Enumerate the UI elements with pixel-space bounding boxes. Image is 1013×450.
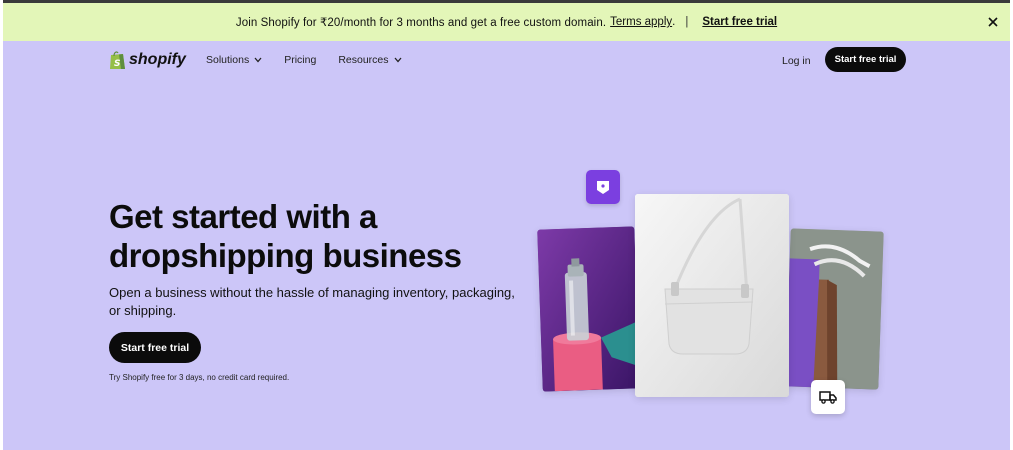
nav-start-trial-button[interactable]: Start free trial	[825, 47, 906, 72]
terms-suffix: .	[672, 16, 676, 28]
terms-link[interactable]: Terms apply	[610, 16, 672, 28]
banner-separator: |	[685, 16, 689, 28]
svg-text:S: S	[114, 59, 120, 69]
chevron-down-icon	[394, 57, 402, 63]
product-photo-cosmetics	[537, 226, 640, 392]
banner-start-trial-link[interactable]: Start free trial	[702, 16, 777, 28]
tag-icon	[586, 170, 620, 204]
shopify-logo[interactable]: S shopify	[109, 50, 186, 70]
clothing-rack-image	[785, 228, 884, 390]
white-handbag-image	[635, 194, 789, 397]
hero-start-trial-button[interactable]: Start free trial	[109, 332, 201, 363]
product-photo-clothing	[785, 228, 884, 390]
nav-item-resources[interactable]: Resources	[338, 54, 402, 66]
nav-links: Solutions Pricing Resources	[206, 54, 424, 66]
hero-title: Get started with a dropshipping business	[109, 198, 462, 274]
product-photo-handbag	[635, 194, 789, 397]
cosmetics-bottle-image	[537, 226, 640, 392]
promo-text: Join Shopify for ₹20/month for 3 months …	[235, 17, 607, 29]
brand-name: shopify	[129, 51, 186, 68]
main-navigation: S shopify Solutions Pricing Resources Lo…	[3, 41, 1010, 81]
nav-item-label: Pricing	[284, 54, 317, 66]
promo-banner: Join Shopify for ₹20/month for 3 months …	[3, 3, 1010, 41]
nav-item-pricing[interactable]: Pricing	[284, 54, 316, 66]
trial-note: Try Shopify free for 3 days, no credit c…	[109, 373, 290, 382]
nav-item-label: Resources	[338, 54, 389, 66]
login-link[interactable]: Log in	[782, 55, 811, 67]
chevron-down-icon	[254, 57, 262, 63]
close-icon[interactable]	[983, 12, 1003, 32]
shopify-bag-icon: S	[110, 51, 125, 69]
browser-viewport: Join Shopify for ₹20/month for 3 months …	[3, 0, 1010, 450]
hero-subtitle: Open a business without the hassle of ma…	[109, 285, 515, 318]
nav-item-solutions[interactable]: Solutions	[206, 54, 262, 66]
truck-icon	[811, 380, 845, 414]
nav-item-label: Solutions	[206, 54, 250, 66]
